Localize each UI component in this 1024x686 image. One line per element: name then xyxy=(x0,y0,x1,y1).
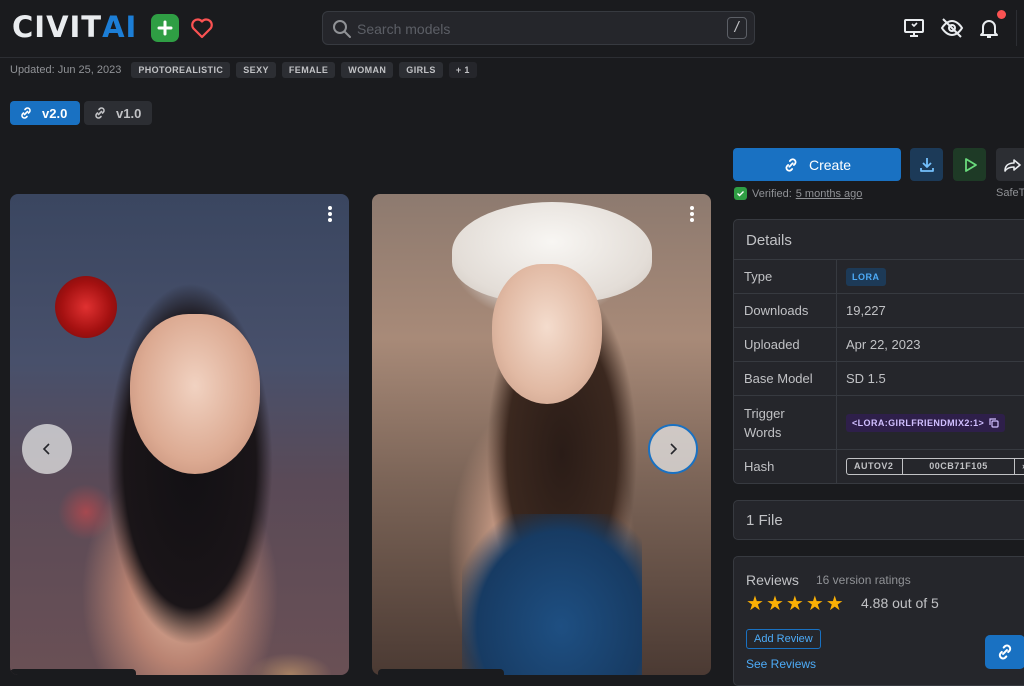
link-icon xyxy=(998,644,1012,660)
verified-status: Verified: 5 months ago xyxy=(734,187,862,200)
trigger-word-badge[interactable]: <LORA:GIRLFRIENDMIX2:1> xyxy=(846,414,1006,432)
create-button[interactable]: Create xyxy=(733,148,901,181)
files-accordion[interactable]: 1 File xyxy=(733,500,1024,540)
rating-text: 4.88 out of 5 xyxy=(861,595,939,611)
notification-dot xyxy=(997,10,1006,19)
search-placeholder: Search models xyxy=(357,21,451,37)
search-input[interactable]: Search models / xyxy=(322,11,755,45)
link-icon xyxy=(95,107,105,119)
model-meta-row: Updated: Jun 25, 2023 PHOTOREALISTIC SEX… xyxy=(10,62,483,78)
tag-sexy[interactable]: SEXY xyxy=(236,62,276,78)
bell-icon[interactable] xyxy=(977,16,1001,40)
eye-off-icon[interactable] xyxy=(940,16,964,40)
chevron-left-icon xyxy=(42,443,50,455)
reviews-title: Reviews xyxy=(746,572,799,588)
star-icon: ★ xyxy=(825,591,844,615)
carousel-prev-button[interactable] xyxy=(22,424,72,474)
carousel-next-button[interactable] xyxy=(648,424,698,474)
star-icon: ★ xyxy=(785,591,804,615)
type-badge: LORA xyxy=(846,268,886,286)
shield-check-icon xyxy=(734,187,747,200)
share-button[interactable] xyxy=(996,148,1024,181)
add-review-button[interactable]: Add Review xyxy=(746,629,821,649)
hash-value[interactable]: 00CB71F105 xyxy=(903,459,1015,474)
updated-date: Updated: Jun 25, 2023 xyxy=(10,64,122,76)
header-divider xyxy=(1016,10,1017,46)
download-icon xyxy=(919,157,934,172)
search-icon xyxy=(333,20,351,38)
chevron-right-icon[interactable]: › xyxy=(1015,459,1024,474)
star-icon: ★ xyxy=(765,591,784,615)
play-icon xyxy=(964,157,977,172)
run-button[interactable] xyxy=(953,148,986,181)
star-icon: ★ xyxy=(805,591,824,615)
image-menu-icon[interactable] xyxy=(322,204,338,224)
details-title: Details xyxy=(734,220,1024,260)
detail-row-type: Type LORA xyxy=(734,260,1024,294)
ratings-count: 16 version ratings xyxy=(816,573,911,587)
detail-row-base-model: Base Model SD 1.5 xyxy=(734,362,1024,396)
star-icon: ★ xyxy=(746,591,764,615)
search-shortcut-key: / xyxy=(727,17,747,39)
copy-icon xyxy=(989,418,999,428)
reviews-panel: Reviews 16 version ratings ★ ★ ★ ★ ★ 4.8… xyxy=(733,556,1024,686)
link-icon xyxy=(21,107,31,119)
hash-copy-box[interactable]: AUTOV2 00CB71F105 › xyxy=(846,458,1024,475)
details-panel: Details Type LORA Downloads 19,227 Uploa… xyxy=(733,219,1024,484)
floating-create-button[interactable] xyxy=(985,635,1024,669)
detail-row-trigger-words: Trigger Words <LORA:GIRLFRIENDMIX2:1> xyxy=(734,396,1024,450)
browsing-mode-icon[interactable] xyxy=(902,16,926,40)
detail-row-downloads: Downloads 19,227 xyxy=(734,294,1024,328)
chevron-right-icon xyxy=(670,443,678,455)
version-v2-button[interactable]: v2.0 xyxy=(10,101,80,125)
star-rating: ★ ★ ★ ★ ★ xyxy=(746,593,846,613)
tag-woman[interactable]: WOMAN xyxy=(341,62,394,78)
detail-row-hash: Hash AUTOV2 00CB71F105 › xyxy=(734,450,1024,483)
version-v1-button[interactable]: v1.0 xyxy=(84,101,152,125)
download-button[interactable] xyxy=(910,148,943,181)
heart-icon[interactable] xyxy=(189,15,215,41)
see-reviews-link[interactable]: See Reviews xyxy=(746,657,816,671)
tag-girls[interactable]: GIRLS xyxy=(399,62,443,78)
civitai-logo[interactable]: CIVIT AI xyxy=(12,10,137,44)
hash-type[interactable]: AUTOV2 xyxy=(847,459,903,474)
detail-row-uploaded: Uploaded Apr 22, 2023 xyxy=(734,328,1024,362)
image-menu-icon[interactable] xyxy=(684,204,700,224)
plus-icon[interactable] xyxy=(151,14,179,42)
share-icon xyxy=(1003,158,1021,172)
link-icon xyxy=(785,157,797,172)
top-header: CIVIT AI Search models / xyxy=(0,0,1024,58)
tag-photorealistic[interactable]: PHOTOREALISTIC xyxy=(131,62,231,78)
verified-time-link[interactable]: 5 months ago xyxy=(796,188,863,200)
safetensor-label: SafeT xyxy=(996,187,1024,199)
tag-female[interactable]: FEMALE xyxy=(281,62,336,78)
more-tags-button[interactable]: + 1 xyxy=(448,62,477,78)
